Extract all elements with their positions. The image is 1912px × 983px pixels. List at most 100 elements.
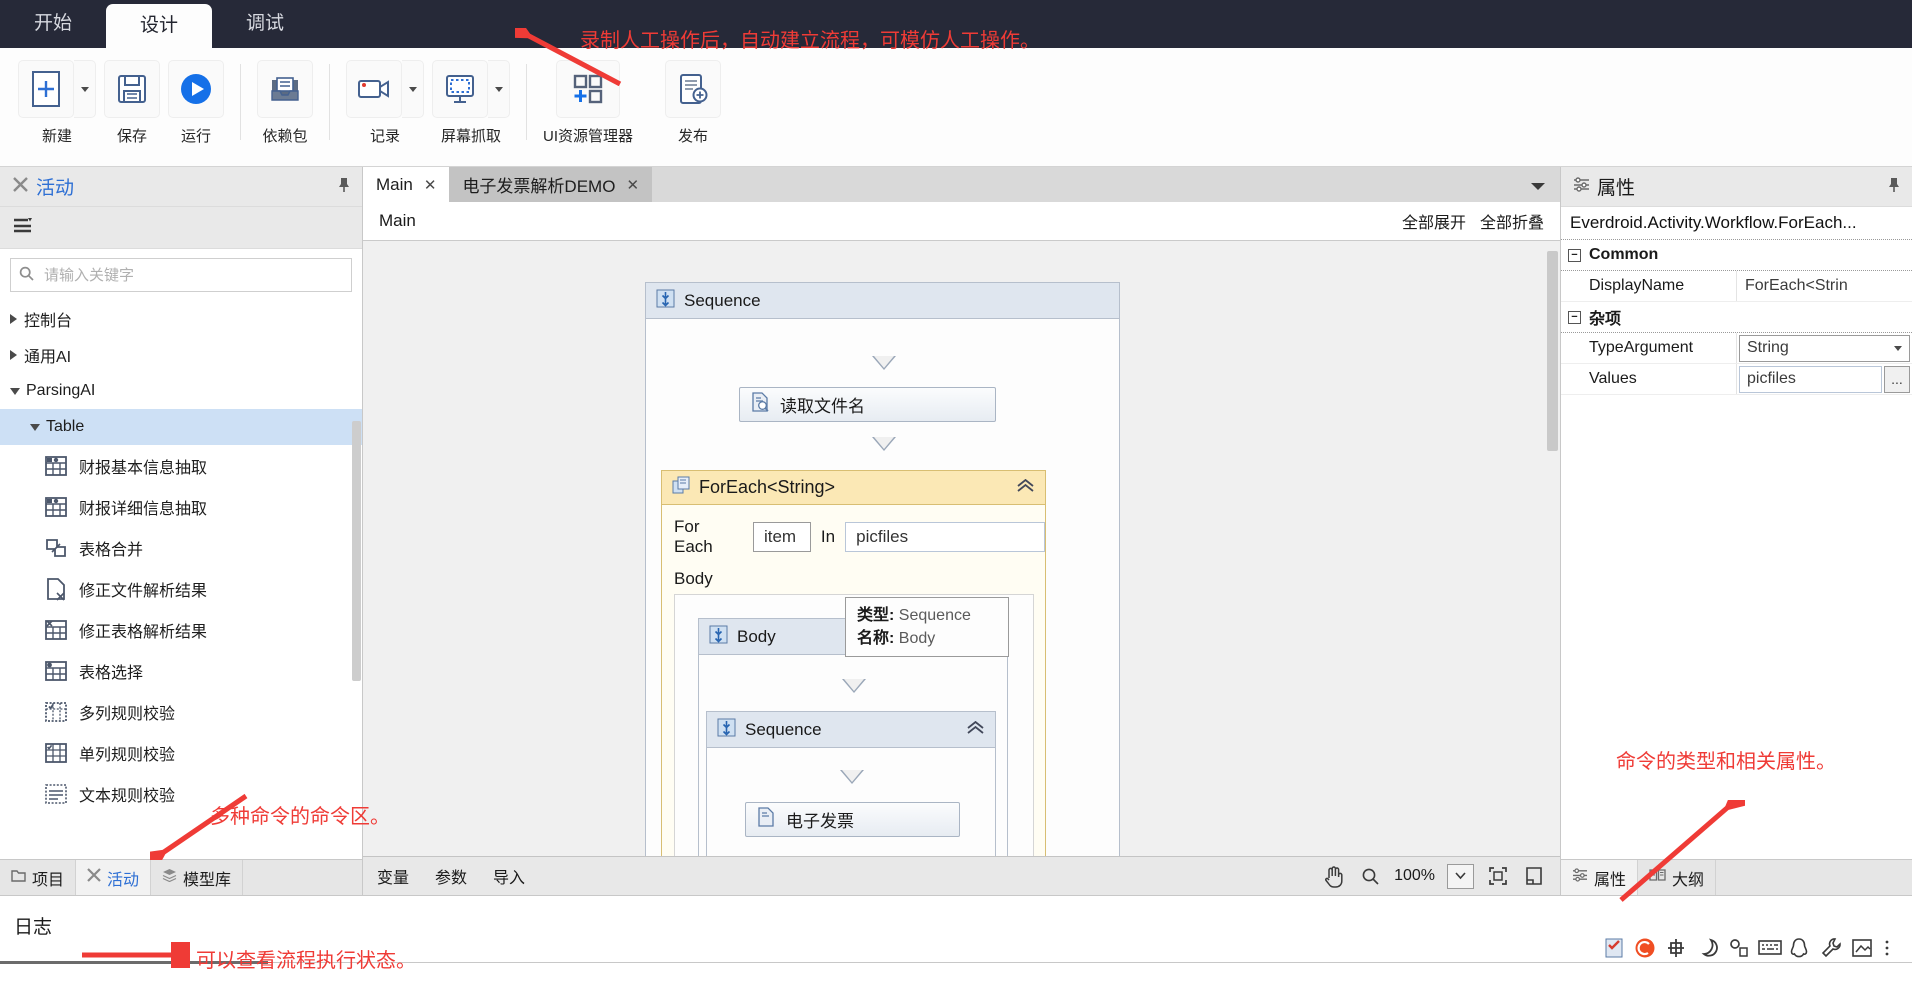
collapse-box-icon[interactable]: − <box>1568 310 1581 324</box>
tree-leaf-table-merge[interactable]: 表格合并 <box>0 527 362 568</box>
collapse-chevron-icon[interactable] <box>1016 478 1035 497</box>
tree-node-general-ai[interactable]: 通用AI <box>0 337 362 373</box>
collapse-all-button[interactable]: 全部折叠 <box>1480 209 1544 233</box>
zoom-dropdown[interactable] <box>1447 863 1474 889</box>
close-icon[interactable]: ✕ <box>424 176 437 194</box>
close-icon[interactable]: ✕ <box>626 176 639 194</box>
record-dropdown[interactable] <box>402 60 424 118</box>
tree-node-label: 控制台 <box>24 313 73 330</box>
ime-chinese-icon[interactable] <box>1665 937 1687 959</box>
ribbon-tab-debug[interactable]: 调试 <box>212 0 318 48</box>
activity-foreach[interactable]: ForEach<String> For Each item In picfile… <box>661 470 1046 856</box>
search-input[interactable] <box>42 265 343 285</box>
right-tab-outline[interactable]: 大纲 <box>1638 860 1717 895</box>
new-document-icon[interactable] <box>18 60 74 118</box>
tree-node-parsingai[interactable]: ParsingAI <box>0 373 362 409</box>
ribbon-button-run[interactable]: 运行 <box>168 60 224 146</box>
activity-invoice[interactable]: 电子发票 <box>745 802 960 837</box>
ribbon-button-new[interactable]: 新建 <box>18 60 96 146</box>
collapse-chevron-icon[interactable] <box>966 720 985 739</box>
pin-icon[interactable] <box>338 177 350 197</box>
activity-sequence-inner[interactable]: Sequence 电子发票 <box>706 711 996 856</box>
tree-node-console[interactable]: 控制台 <box>0 301 362 337</box>
wrench-icon[interactable] <box>1820 937 1842 959</box>
publish-icon[interactable] <box>665 60 722 118</box>
tree-node-table[interactable]: Table <box>0 409 362 445</box>
activity-sequence-inner-header[interactable]: Sequence <box>707 712 995 748</box>
tree-leaf-multi-column-check[interactable]: 多列规则校验 <box>0 691 362 732</box>
foreach-collection-input[interactable]: picfiles <box>845 522 1045 552</box>
activity-read-filename[interactable]: 读取文件名 <box>739 387 996 422</box>
tree-leaf-label: 单列规则校验 <box>79 746 176 764</box>
breadcrumb-item-main[interactable]: Main <box>379 211 416 231</box>
keyboard-icon[interactable] <box>1758 937 1782 959</box>
tree-leaf-single-column-check[interactable]: 单列规则校验 <box>0 732 362 773</box>
hand-pan-icon[interactable] <box>1322 864 1346 888</box>
checklist-icon[interactable] <box>1603 937 1625 959</box>
imports-link[interactable]: 导入 <box>493 864 525 888</box>
log-title[interactable]: 日志 <box>14 912 52 939</box>
package-inbox-icon[interactable] <box>257 60 313 118</box>
properties-group-common[interactable]: − Common <box>1561 240 1912 271</box>
property-value[interactable]: ForEach<Strin <box>1737 271 1912 301</box>
screenshot-tray-icon[interactable] <box>1851 937 1873 959</box>
chevron-down-icon[interactable] <box>1530 179 1546 196</box>
ime-moon-icon[interactable] <box>1696 937 1718 959</box>
property-row-displayname[interactable]: DisplayName ForEach<Strin <box>1561 271 1912 302</box>
left-tab-model-library[interactable]: 模型库 <box>151 860 244 895</box>
ribbon-button-record[interactable]: 记录 <box>346 60 424 146</box>
values-ellipsis-button[interactable]: ... <box>1884 365 1910 393</box>
activity-foreach-header[interactable]: ForEach<String> <box>662 471 1045 505</box>
new-document-dropdown[interactable] <box>74 60 96 118</box>
qq-penguin-icon[interactable] <box>1789 937 1811 959</box>
right-tab-properties[interactable]: 属性 <box>1561 860 1639 895</box>
save-floppy-icon[interactable] <box>104 60 160 118</box>
pin-icon[interactable] <box>1888 177 1900 197</box>
variables-link[interactable]: 变量 <box>377 864 409 888</box>
left-tab-project[interactable]: 项目 <box>0 860 77 895</box>
ribbon-button-publish[interactable]: 发布 <box>665 60 722 146</box>
ribbon-button-ui-explorer[interactable]: UI资源管理器 <box>543 60 633 146</box>
canvas-scrollbar[interactable] <box>1547 251 1558 451</box>
ime-settings-icon[interactable] <box>1727 937 1749 959</box>
filter-sort-icon[interactable] <box>12 215 38 241</box>
fit-to-screen-icon[interactable] <box>1486 864 1510 888</box>
tree-leaf-fix-table-parse-result[interactable]: 修正表格解析结果 <box>0 609 362 650</box>
properties-group-misc[interactable]: − 杂项 <box>1561 302 1912 333</box>
ribbon-button-dependency[interactable]: 依赖包 <box>257 60 313 146</box>
reset-view-icon[interactable] <box>1522 864 1546 888</box>
expand-all-button[interactable]: 全部展开 <box>1402 209 1466 233</box>
left-tab-activities[interactable]: 活动 <box>76 860 152 895</box>
ribbon-button-save[interactable]: 保存 <box>104 60 160 146</box>
run-play-icon[interactable] <box>168 60 224 118</box>
screen-capture-icon[interactable] <box>432 60 488 118</box>
search-box[interactable] <box>10 258 352 292</box>
ribbon-button-screen-capture[interactable]: 屏幕抓取 <box>432 60 510 146</box>
magnifier-icon[interactable] <box>1358 864 1382 888</box>
tree-leaf-financial-basic-extract[interactable]: 财报基本信息抽取 <box>0 445 362 486</box>
tree-leaf-table-select[interactable]: 表格选择 <box>0 650 362 691</box>
screen-capture-dropdown[interactable] <box>488 60 510 118</box>
values-input[interactable]: picfiles <box>1739 365 1882 393</box>
collapse-box-icon[interactable]: − <box>1568 248 1581 262</box>
tray-overflow-icon[interactable] <box>1882 937 1904 959</box>
tree-leaf-financial-detail-extract[interactable]: 财报详细信息抽取 <box>0 486 362 527</box>
foreach-body-container[interactable]: Body Sequence 电子发票 类型: Sequence 名称: Body <box>674 594 1034 856</box>
document-tab-main[interactable]: Main ✕ <box>363 167 450 202</box>
workflow-canvas[interactable]: Sequence 读取文件名 ForEach<String> For Each … <box>363 241 1560 856</box>
activities-scrollbar[interactable] <box>352 421 361 681</box>
arguments-link[interactable]: 参数 <box>435 864 467 888</box>
video-record-icon[interactable] <box>346 60 402 118</box>
activity-sequence-outer[interactable]: Sequence 读取文件名 ForEach<String> For Each … <box>645 282 1120 856</box>
property-row-typeargument[interactable]: TypeArgument String <box>1561 333 1912 364</box>
typeargument-select[interactable]: String <box>1739 334 1910 362</box>
tree-leaf-fix-file-parse-result[interactable]: 修正文件解析结果 <box>0 568 362 609</box>
property-row-values[interactable]: Values picfiles ... <box>1561 364 1912 395</box>
foreach-item-input[interactable]: item <box>752 522 811 552</box>
ribbon-tab-start[interactable]: 开始 <box>0 0 106 48</box>
sogou-icon[interactable] <box>1634 937 1656 959</box>
ui-explorer-icon[interactable] <box>556 60 620 118</box>
ribbon-tab-design[interactable]: 设计 <box>106 4 213 48</box>
activity-sequence-outer-header[interactable]: Sequence <box>646 283 1119 319</box>
document-tab-invoice-demo[interactable]: 电子发票解析DEMO ✕ <box>449 167 653 202</box>
